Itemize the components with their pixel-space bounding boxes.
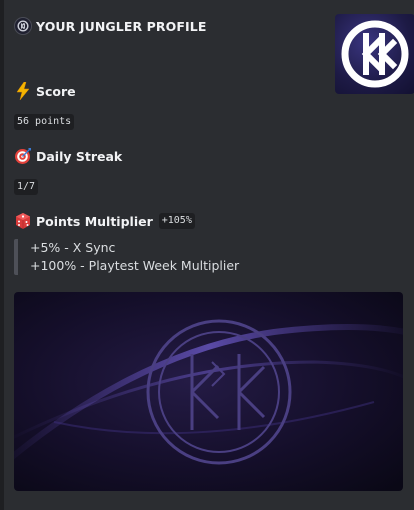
junglerz-logo-icon — [14, 17, 32, 35]
points-multiplier-label: Points Multiplier — [36, 213, 153, 229]
daily-streak-label: Daily Streak — [36, 148, 123, 164]
points-multiplier-field: Points Multiplier +105% — [14, 212, 195, 230]
target-icon — [14, 147, 32, 165]
daily-streak-field: Daily Streak 1/7 — [14, 147, 122, 195]
thumbnail-image[interactable] — [335, 14, 414, 94]
junglerz-logo-icon — [14, 292, 403, 491]
score-field: Score 56 points — [14, 82, 76, 130]
score-field-name: Score — [14, 82, 76, 100]
score-label: Score — [36, 83, 76, 99]
lightning-icon — [14, 82, 32, 100]
score-value: 56 points — [14, 114, 75, 130]
banner-image[interactable] — [14, 292, 403, 491]
multiplier-line: +100% - Playtest Week Multiplier — [30, 258, 240, 273]
daily-streak-field-name: Daily Streak — [14, 147, 122, 165]
profile-embed: YOUR JUNGLER PROFILE Score 56 points Dai… — [0, 0, 414, 510]
multiplier-badge: +105% — [158, 213, 195, 229]
multiplier-line: +5% - X Sync — [30, 240, 116, 255]
dice-icon — [14, 212, 32, 230]
embed-header: YOUR JUNGLER PROFILE — [14, 17, 206, 35]
points-multiplier-field-name: Points Multiplier +105% — [14, 212, 195, 230]
multiplier-breakdown: +5% - X Sync +100% - Playtest Week Multi… — [14, 239, 239, 275]
junglerz-logo-icon — [335, 14, 414, 94]
daily-streak-value: 1/7 — [14, 179, 39, 195]
embed-title: YOUR JUNGLER PROFILE — [36, 18, 207, 34]
